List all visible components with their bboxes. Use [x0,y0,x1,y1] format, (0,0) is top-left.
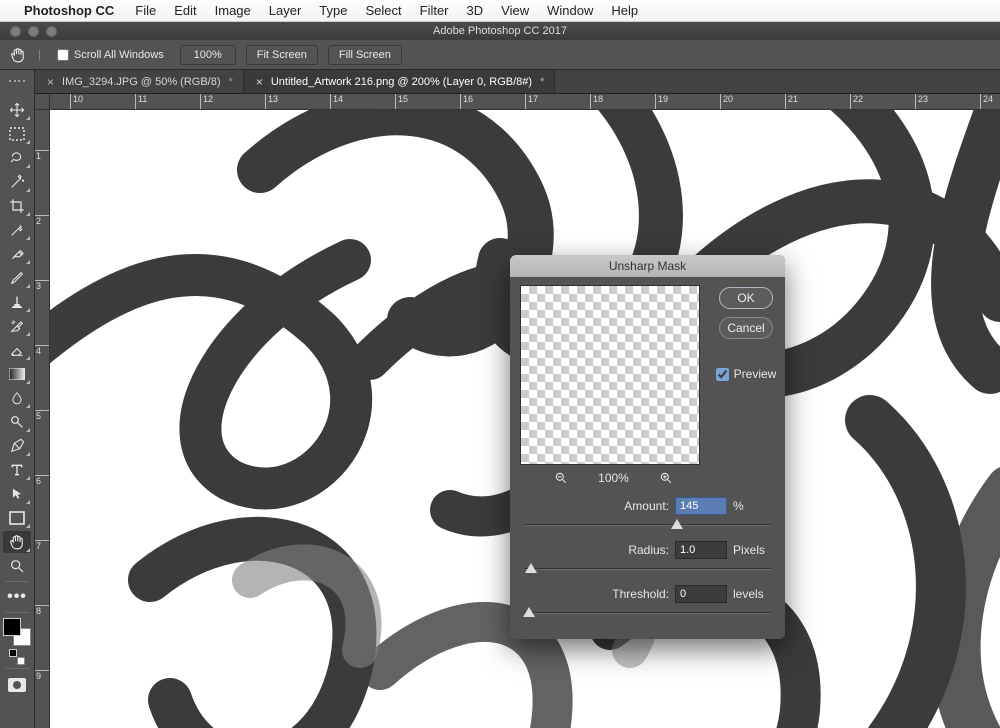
radius-input[interactable] [675,541,727,559]
path-select-tool[interactable] [3,483,31,505]
window-titlebar: Adobe Photoshop CC 2017 [0,22,1000,40]
default-colors-icon[interactable] [9,649,25,665]
menu-window[interactable]: Window [538,3,602,18]
ruler-vertical[interactable]: 1 2 3 4 5 6 7 8 9 [35,110,50,728]
preview-checkbox[interactable]: Preview [716,367,777,381]
crop-tool[interactable] [3,195,31,217]
radius-slider[interactable] [524,563,771,575]
marquee-tool[interactable] [3,123,31,145]
gradient-tool[interactable] [3,363,31,385]
mac-menu-bar: Photoshop CC File Edit Image Layer Type … [0,0,1000,22]
menu-edit[interactable]: Edit [165,3,205,18]
preview-thumbnail[interactable] [520,285,700,465]
amount-input[interactable] [675,497,727,515]
unsharp-mask-dialog: Unsharp Mask 100% OK Cancel Preview Amou… [510,255,785,639]
hand-tool[interactable] [3,531,31,553]
threshold-input[interactable] [675,585,727,603]
tab-label: IMG_3294.JPG @ 50% (RGB/8) [62,76,221,88]
menu-select[interactable]: Select [356,3,410,18]
dialog-title[interactable]: Unsharp Mask [510,255,785,277]
options-bar: | Scroll All Windows 100% Fit Screen Fil… [0,40,1000,70]
ok-button[interactable]: OK [719,287,773,309]
threshold-label: Threshold: [612,587,669,601]
window-title: Adobe Photoshop CC 2017 [0,25,1000,37]
ruler-horizontal[interactable]: 10 11 12 13 14 15 16 17 18 19 20 21 22 2… [50,94,1000,110]
close-icon[interactable]: × [256,75,263,89]
amount-label: Amount: [624,499,669,513]
close-icon[interactable]: × [47,75,54,89]
eraser-tool[interactable] [3,339,31,361]
tab-label: Untitled_Artwork 216.png @ 200% (Layer 0… [271,76,532,88]
quick-mask-button[interactable] [8,678,26,692]
menu-filter[interactable]: Filter [411,3,458,18]
app-name[interactable]: Photoshop CC [24,3,114,18]
menu-layer[interactable]: Layer [260,3,311,18]
eyedropper-tool[interactable] [3,219,31,241]
toolbar-grip[interactable] [0,70,35,94]
amount-unit: % [733,499,771,513]
document-tab-bar: × IMG_3294.JPG @ 50% (RGB/8)* × Untitled… [35,70,1000,94]
menu-type[interactable]: Type [310,3,356,18]
dodge-tool[interactable] [3,411,31,433]
healing-brush-tool[interactable] [3,243,31,265]
type-tool[interactable] [3,459,31,481]
zoom-percent-button[interactable]: 100% [180,45,236,65]
fill-screen-button[interactable]: Fill Screen [328,45,402,65]
menu-image[interactable]: Image [206,3,260,18]
color-swatches[interactable] [3,618,31,646]
document-tab-1[interactable]: × IMG_3294.JPG @ 50% (RGB/8)* [35,70,244,93]
brush-tool[interactable] [3,267,31,289]
zoom-in-icon[interactable] [659,471,673,485]
hand-tool-icon[interactable] [8,45,28,65]
fit-screen-button[interactable]: Fit Screen [246,45,318,65]
scroll-all-windows-checkbox[interactable]: Scroll All Windows [51,47,170,63]
blur-tool[interactable] [3,387,31,409]
threshold-unit: levels [733,587,771,601]
history-brush-tool[interactable] [3,315,31,337]
radius-unit: Pixels [733,543,771,557]
menu-3d[interactable]: 3D [458,3,493,18]
threshold-slider[interactable] [524,607,771,619]
preview-zoom: 100% [598,471,629,485]
zoom-out-icon[interactable] [554,471,568,485]
radius-label: Radius: [628,543,669,557]
menu-file[interactable]: File [126,3,165,18]
amount-slider[interactable] [524,519,771,531]
zoom-tool[interactable] [3,555,31,577]
clone-stamp-tool[interactable] [3,291,31,313]
ruler-corner[interactable] [35,94,50,110]
move-tool[interactable] [3,99,31,121]
cancel-button[interactable]: Cancel [719,317,773,339]
pen-tool[interactable] [3,435,31,457]
menu-help[interactable]: Help [602,3,647,18]
rectangle-tool[interactable] [3,507,31,529]
tools-panel: ••• [0,94,35,728]
lasso-tool[interactable] [3,147,31,169]
document-tab-2[interactable]: × Untitled_Artwork 216.png @ 200% (Layer… [244,70,556,93]
menu-view[interactable]: View [492,3,538,18]
edit-toolbar-button[interactable]: ••• [3,586,31,608]
magic-wand-tool[interactable] [3,171,31,193]
